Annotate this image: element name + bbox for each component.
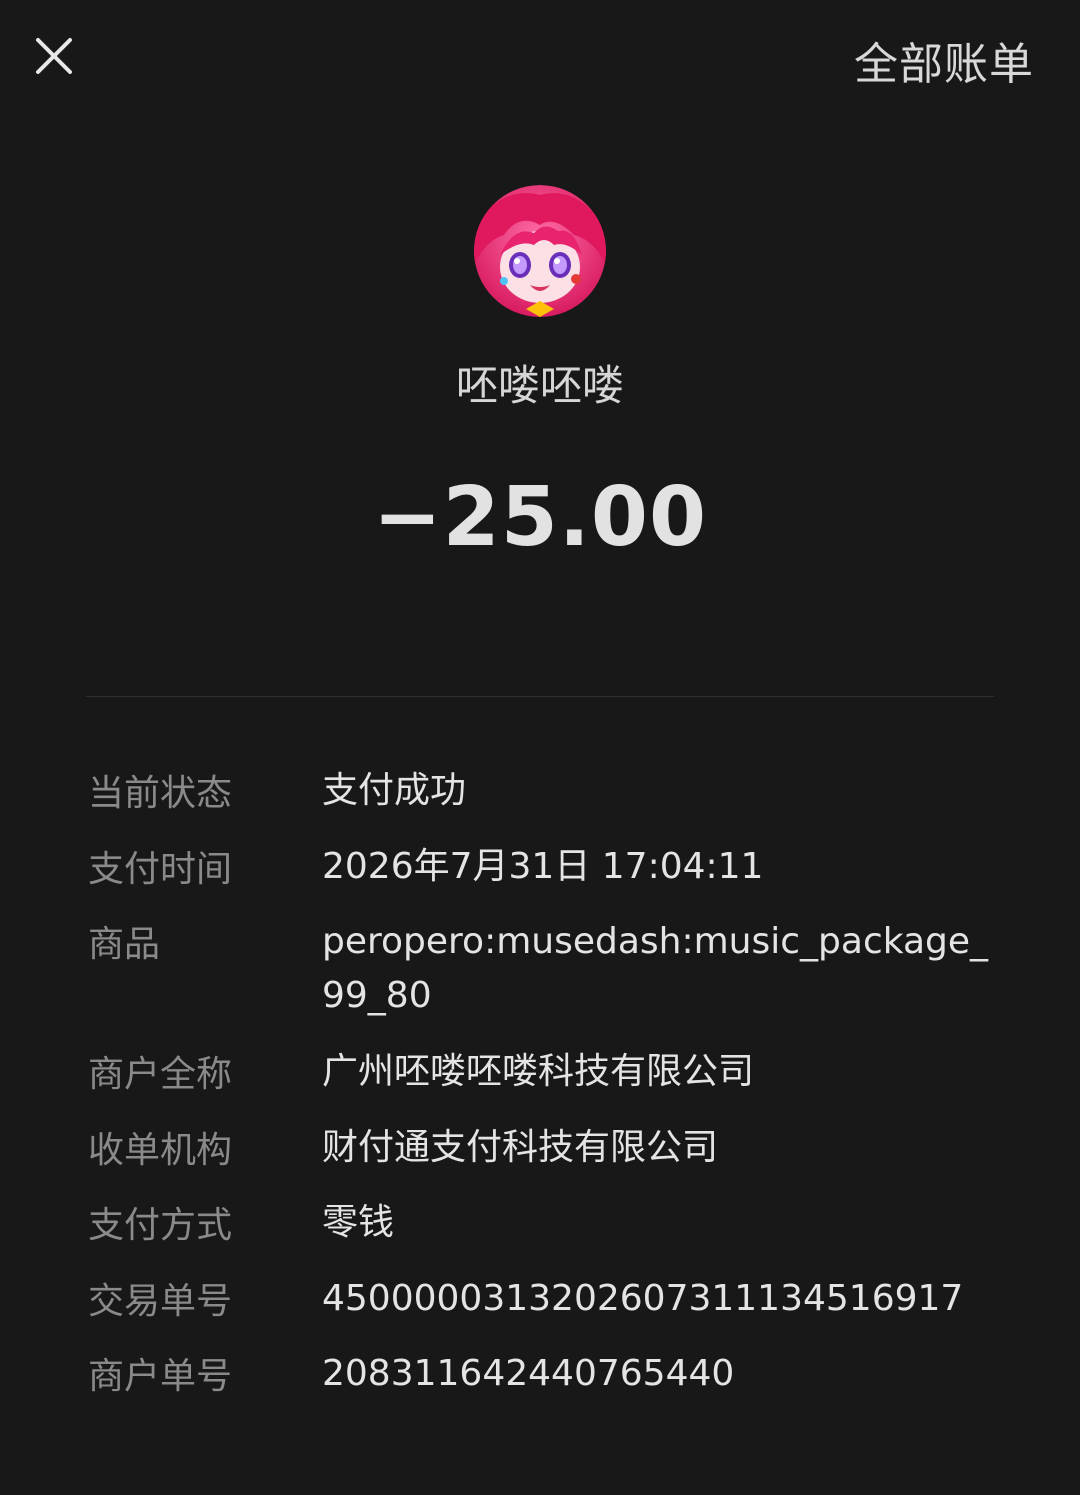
detail-label: 支付时间: [88, 849, 233, 890]
anime-girl-avatar-icon: [474, 185, 606, 317]
detail-value[interactable]: 4500000313202607311134516917: [322, 1272, 1002, 1326]
detail-value[interactable]: 2083116424407654​40: [322, 1347, 1002, 1401]
all-bills-link[interactable]: 全部账单: [854, 28, 1034, 92]
merchant-name: 呸喽呸喽: [455, 361, 624, 410]
detail-label: 商户全称: [88, 1054, 233, 1095]
detail-value: 零钱: [322, 1202, 395, 1243]
detail-label: 当前状态: [88, 773, 233, 814]
detail-value: 财付通支付科技有限公司: [322, 1127, 719, 1168]
detail-label: 支付方式: [88, 1205, 233, 1246]
detail-value: 支付成功: [322, 770, 467, 811]
detail-label: 交易单号: [88, 1281, 233, 1322]
close-icon: [36, 38, 72, 74]
payment-amount: −25.00: [372, 470, 708, 565]
close-button[interactable]: [30, 32, 78, 80]
divider: [86, 696, 994, 697]
detail-label: 商品: [88, 924, 161, 965]
detail-label: 商户单号: [88, 1356, 233, 1397]
detail-value: 广州呸喽呸喽科技有限公司: [322, 1051, 755, 1092]
detail-value: 2026年7月31日 17:04:11: [322, 846, 764, 887]
detail-value: peropero:musedash:music_package_99_80: [322, 921, 989, 1016]
merchant-avatar: [474, 185, 606, 317]
detail-label: 收单机构: [88, 1130, 233, 1171]
